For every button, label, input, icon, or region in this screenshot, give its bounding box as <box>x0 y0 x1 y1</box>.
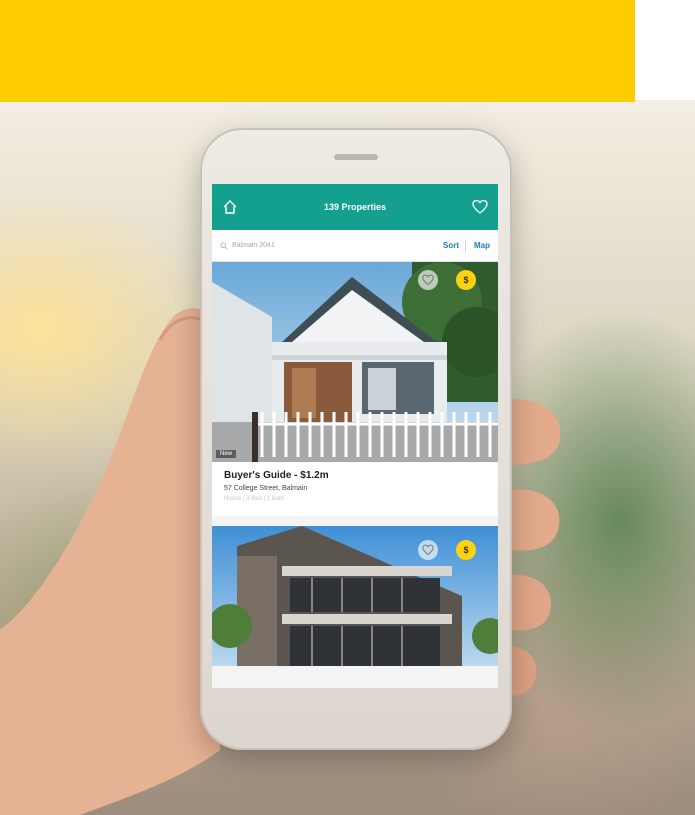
phone-speaker <box>334 154 378 160</box>
search-bar[interactable]: Balmain 2041 Sort Map <box>212 230 498 262</box>
sort-button[interactable]: Sort <box>443 241 459 250</box>
listing-photo[interactable]: $ <box>212 526 498 666</box>
listing-details: Buyer's Guide - $1.2m 57 College Street,… <box>212 462 498 516</box>
listing-card[interactable]: $ <box>212 526 498 666</box>
listing-meta: House | 3 Bed | 1 Bath <box>224 496 285 502</box>
apartment-photo <box>212 526 498 666</box>
page-title: 139 Properties <box>323 202 387 212</box>
listing-card[interactable]: $ New Buyer's Guide - $1.2m 57 College S… <box>212 262 498 516</box>
search-location-text: Balmain 2041 <box>232 242 275 249</box>
toolbar-divider <box>465 239 466 252</box>
home-icon[interactable] <box>222 199 238 215</box>
app-header: 139 Properties <box>212 184 498 230</box>
listing-tag: New <box>216 450 237 458</box>
location-search[interactable]: Balmain 2041 <box>220 241 435 250</box>
search-icon <box>220 241 228 250</box>
save-heart-icon[interactable] <box>418 540 438 560</box>
listing-photo[interactable]: $ New <box>212 262 498 462</box>
smartphone: 139 Properties Balmain 2041 Sort Map $ N… <box>200 128 512 750</box>
app-screen: 139 Properties Balmain 2041 Sort Map $ N… <box>212 184 498 688</box>
listing-title: Buyer's Guide - $1.2m <box>224 470 329 481</box>
listing-address: 57 College Street, Balmain <box>224 485 308 492</box>
map-button[interactable]: Map <box>474 241 490 250</box>
heart-icon[interactable] <box>472 199 488 215</box>
dollar-coin-icon[interactable]: $ <box>456 270 476 290</box>
dollar-coin-icon[interactable]: $ <box>456 540 476 560</box>
house-photo <box>212 262 498 462</box>
yellow-banner <box>0 0 635 102</box>
save-heart-icon[interactable] <box>418 270 438 290</box>
